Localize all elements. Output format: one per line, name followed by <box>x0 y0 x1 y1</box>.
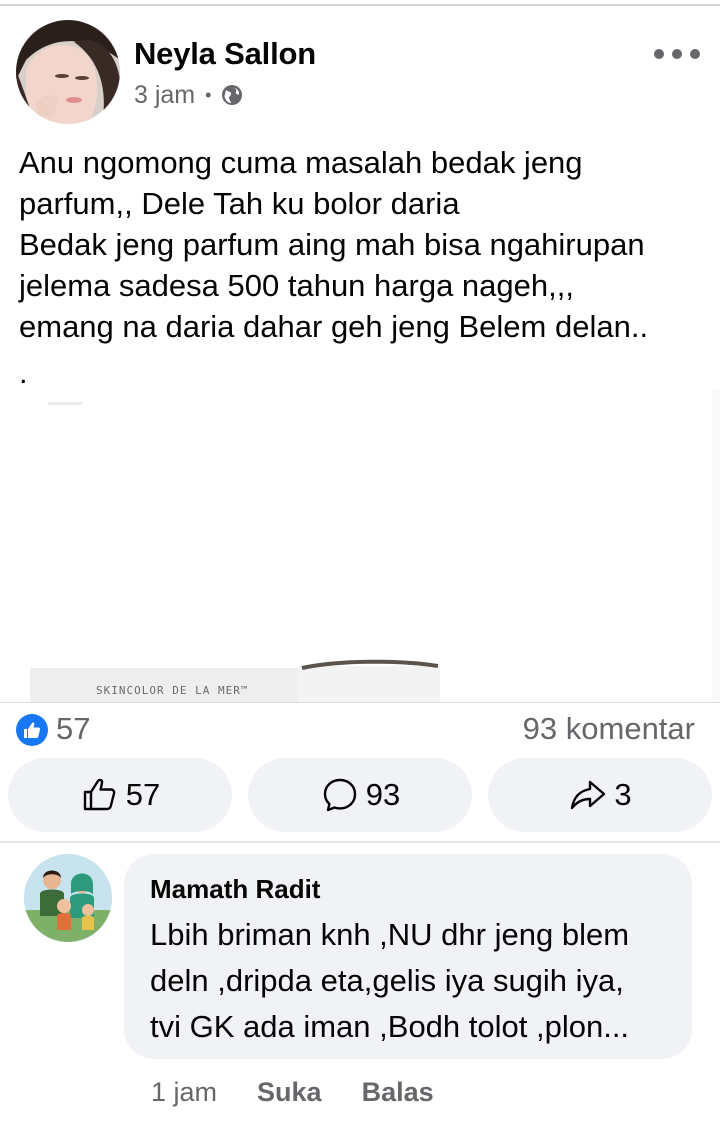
comments-divider <box>0 841 720 843</box>
commenter-avatar[interactable] <box>24 854 112 942</box>
product-brand-text: SKINCOLOR DE LA MER™ <box>96 684 249 697</box>
image-mark <box>48 402 82 405</box>
comment-text-line: deln ,dripda eta,gelis iya sugih iya, <box>150 963 624 998</box>
post-header: Neyla Sallon 3 jam • <box>0 14 720 126</box>
more-dot <box>654 49 664 59</box>
commenter-name[interactable]: Mamath Radit <box>150 874 320 905</box>
post-author-name[interactable]: Neyla Sallon <box>134 36 316 72</box>
more-horizontal-icon[interactable] <box>654 44 700 64</box>
post-meta: 3 jam • <box>134 80 244 110</box>
comment-button-count: 93 <box>365 777 401 812</box>
post-text: Anu ngomong cuma masalah bedak jeng parf… <box>19 142 709 347</box>
author-avatar[interactable] <box>16 20 120 124</box>
comment-count-link[interactable]: 93 komentar <box>523 711 695 747</box>
comment-bubble[interactable]: Mamath Radit Lbih briman knh ,NU dhr jen… <box>124 854 692 1059</box>
comment-time[interactable]: 1 jam <box>151 1077 217 1108</box>
post-text-line: jelema sadesa 500 tahun harga nageh,,, <box>19 268 574 303</box>
more-dot <box>672 49 682 59</box>
globe-icon <box>222 85 243 105</box>
post-text-line: emang na daria dahar geh jeng Belem dela… <box>19 309 649 344</box>
meta-separator: • <box>205 84 212 105</box>
comment-text: Lbih briman knh ,NU dhr jeng blem deln ,… <box>150 912 690 1050</box>
post-image[interactable]: SKINCOLOR DE LA MER™ <box>0 390 720 702</box>
post-time[interactable]: 3 jam <box>134 81 195 110</box>
post-text-line: . <box>19 355 28 390</box>
product-lid-edge <box>301 659 439 670</box>
post-text-line: Anu ngomong cuma masalah bedak jeng <box>19 145 583 180</box>
share-button-count: 3 <box>614 777 632 812</box>
share-button[interactable]: 3 <box>488 758 712 832</box>
like-button[interactable]: 57 <box>8 758 232 832</box>
post-actions: 57 93 3 <box>0 758 720 832</box>
share-arrow-icon <box>571 780 606 810</box>
post-text-line: parfum,, Dele Tah ku bolor daria <box>19 186 460 221</box>
comment-text-line: Lbih briman knh ,NU dhr jeng blem <box>150 917 630 952</box>
like-button-count: 57 <box>125 777 161 812</box>
reaction-summary: 57 93 komentar <box>0 708 720 750</box>
reaction-count[interactable]: 57 <box>56 711 90 747</box>
comment-reply-button[interactable]: Balas <box>362 1077 434 1108</box>
image-edge <box>712 390 720 702</box>
post-text-line: Bedak jeng parfum aing mah bisa ngahirup… <box>19 227 645 262</box>
comment-bubble-icon <box>323 778 356 812</box>
thumbs-up-icon <box>83 778 116 811</box>
more-dot <box>690 49 700 59</box>
thumbs-up-badge-icon[interactable] <box>16 714 48 746</box>
comment-button[interactable]: 93 <box>248 758 472 832</box>
comment-footer: 1 jam Suka Balas <box>151 1072 434 1112</box>
image-divider <box>0 702 720 703</box>
comment-like-button[interactable]: Suka <box>257 1077 322 1108</box>
comment-text-line: tvi GK ada iman ,Bodh tolot ,plon... <box>150 1009 630 1044</box>
top-divider <box>0 4 720 6</box>
